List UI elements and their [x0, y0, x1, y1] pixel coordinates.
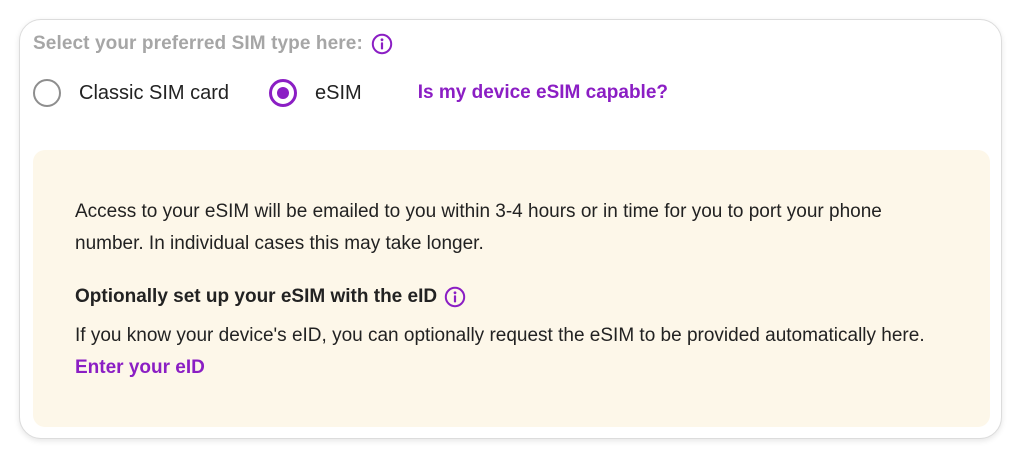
eid-info-icon[interactable]: [444, 286, 466, 308]
classic-sim-label: Classic SIM card: [79, 81, 230, 104]
sim-type-prompt-row: Select your preferred SIM type here:: [33, 33, 393, 55]
esim-capable-link[interactable]: Is my device eSIM capable?: [418, 82, 668, 104]
esim-notice-panel: Access to your eSIM will be emailed to y…: [33, 150, 990, 427]
eid-heading: Optionally set up your eSIM with the eID: [75, 286, 438, 307]
eid-description-text: If you know your device's eID, you can o…: [75, 325, 925, 346]
esim-label: eSIM: [315, 81, 362, 104]
radio-selected-dot: [277, 87, 290, 99]
eid-heading-row: Optionally set up your eSIM with the eID: [75, 286, 466, 308]
classic-sim-option[interactable]: Classic SIM card: [33, 79, 229, 107]
sim-type-options: Classic SIM card eSIM Is my device eSIM …: [33, 78, 668, 108]
info-icon[interactable]: [371, 33, 393, 55]
esim-delivery-text: Access to your eSIM will be emailed to y…: [75, 201, 882, 254]
esim-radio[interactable]: [269, 79, 298, 107]
enter-eid-link[interactable]: Enter your eID: [75, 357, 205, 378]
sim-type-card: Select your preferred SIM type here: Cla…: [19, 19, 1002, 439]
classic-sim-radio[interactable]: [33, 79, 61, 107]
eid-description: If you know your device's eID, you can o…: [75, 320, 935, 384]
sim-type-prompt: Select your preferred SIM type here:: [33, 33, 363, 54]
esim-option[interactable]: eSIM: [269, 79, 362, 107]
